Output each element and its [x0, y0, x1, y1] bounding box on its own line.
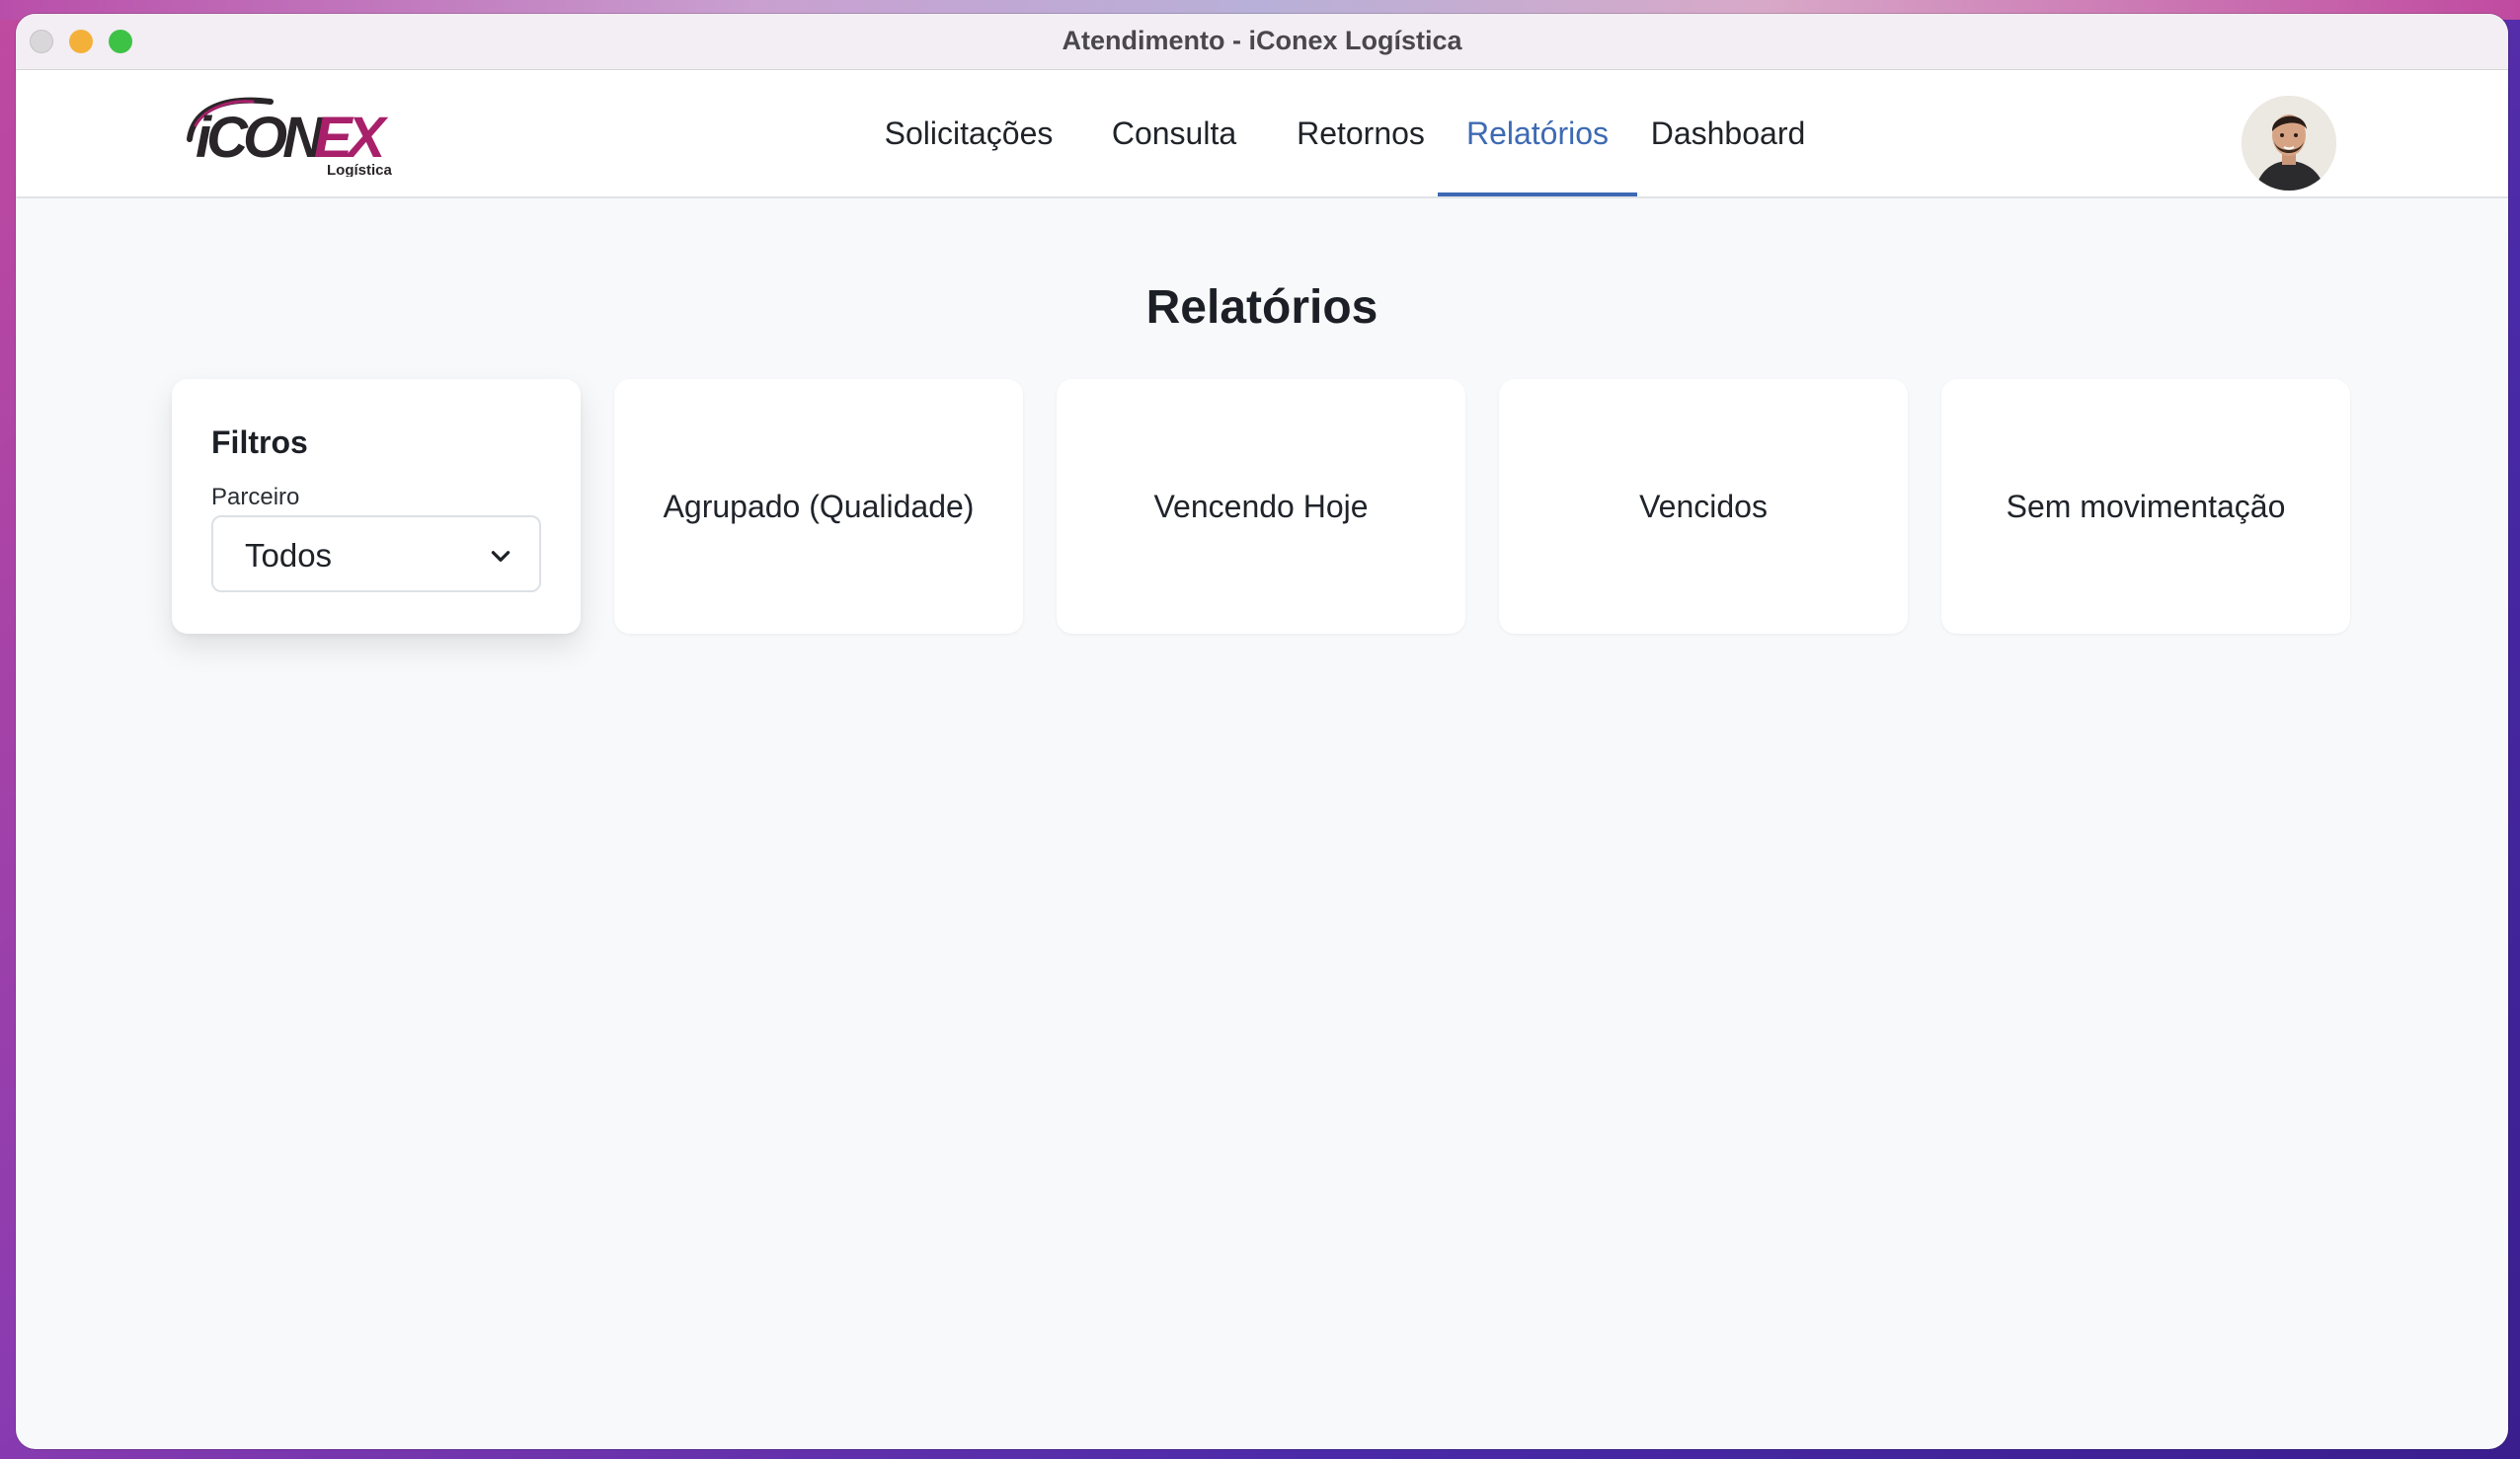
nav-relatorios[interactable]: Relatórios	[1438, 70, 1637, 196]
active-tab-indicator	[1438, 192, 1637, 196]
iconex-logo[interactable]: iCON EX Logística	[184, 88, 401, 177]
report-card-sem-movimentacao[interactable]: Sem movimentação	[1941, 379, 2350, 634]
filters-panel: Filtros Parceiro Todos	[172, 379, 581, 634]
nav-dashboard[interactable]: Dashboard	[1637, 70, 1819, 196]
report-card-agrupado-qualidade[interactable]: Agrupado (Qualidade)	[614, 379, 1023, 634]
nav-consulta[interactable]: Consulta	[1098, 70, 1250, 196]
partner-select[interactable]: Todos	[211, 515, 541, 592]
nav-retornos[interactable]: Retornos	[1290, 70, 1432, 196]
svg-text:EX: EX	[314, 106, 389, 170]
user-avatar[interactable]	[2242, 96, 2336, 191]
window-title: Atendimento - iConex Logística	[1062, 26, 1462, 55]
chevron-down-icon	[491, 551, 511, 562]
nav-solicitacoes[interactable]: Solicitações	[875, 70, 1063, 196]
filters-title: Filtros	[211, 424, 308, 460]
partner-label: Parceiro	[211, 484, 300, 510]
top-navbar: iCON EX Logística Solicitações Consulta …	[16, 70, 2508, 198]
partner-select-value: Todos	[245, 537, 333, 574]
app-window: Atendimento - iConex Logística iCON EX L…	[16, 14, 2508, 1449]
report-card-vencidos[interactable]: Vencidos	[1499, 379, 1908, 634]
avatar-photo-icon	[2242, 96, 2336, 191]
svg-text:Logística: Logística	[327, 162, 393, 177]
svg-text:iCON: iCON	[196, 106, 325, 170]
report-card-vencendo-hoje[interactable]: Vencendo Hoje	[1057, 379, 1465, 634]
title-bar: Atendimento - iConex Logística	[16, 14, 2508, 70]
page-title: Relatórios	[1145, 281, 1378, 334]
